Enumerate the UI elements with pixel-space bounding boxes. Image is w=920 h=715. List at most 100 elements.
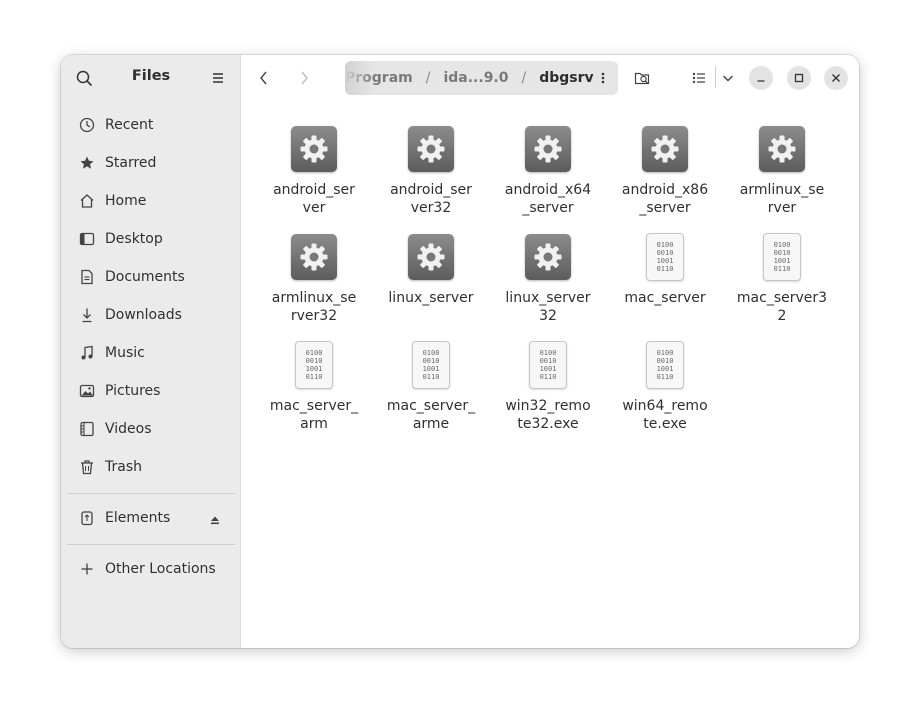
- desktop-icon: [79, 232, 95, 246]
- file-icon-wrap: 0100 0010 1001 0110: [258, 339, 370, 391]
- sidebar-item-videos[interactable]: Videos: [69, 412, 233, 446]
- file-icon-wrap: [258, 123, 370, 175]
- video-icon: [80, 421, 94, 437]
- file-item[interactable]: 0100 0010 1001 0110 mac_server_ arme: [375, 339, 487, 433]
- vertical-dots-icon: [601, 72, 605, 84]
- executable-gear-icon: [642, 126, 688, 172]
- maximize-icon: [794, 73, 804, 83]
- binary-glyph-line: 0110: [773, 265, 791, 273]
- eject-button[interactable]: [209, 511, 221, 530]
- file-item[interactable]: linux_server: [375, 231, 487, 307]
- view-list-button[interactable]: [688, 67, 710, 89]
- sidebar-item-recent[interactable]: Recent: [69, 108, 233, 142]
- binary-glyph-line: 1001: [305, 365, 323, 373]
- sidebar-header: Files: [61, 55, 241, 101]
- breadcrumb-current[interactable]: dbgsrv: [539, 70, 593, 86]
- binary-glyph-line: 0100: [656, 349, 674, 357]
- close-button[interactable]: [824, 66, 848, 90]
- file-item[interactable]: android_ser ver: [258, 123, 370, 217]
- sidebar-divider: [67, 493, 235, 494]
- binary-file-icon: 0100 0010 1001 0110: [646, 341, 684, 389]
- binary-glyph-line: 0110: [422, 373, 440, 381]
- sidebar-item-label: Trash: [105, 459, 142, 475]
- chevron-right-icon: [301, 71, 308, 85]
- file-icon-wrap: 0100 0010 1001 0110: [609, 231, 721, 283]
- plus-icon: [81, 563, 93, 575]
- binary-glyph-line: 0100: [422, 349, 440, 357]
- file-name: linux_server: [388, 290, 474, 306]
- sidebar-item-pictures[interactable]: Pictures: [69, 374, 233, 408]
- file-icon-wrap: 0100 0010 1001 0110: [492, 339, 604, 391]
- file-name: android_ser ver32: [390, 182, 472, 216]
- search-button[interactable]: [73, 67, 95, 89]
- sidebar-item-downloads[interactable]: Downloads: [69, 298, 233, 332]
- breadcrumb-separator: /: [425, 70, 431, 86]
- breadcrumb-ida[interactable]: ida...9.0: [443, 70, 508, 86]
- sidebar-item-label: Music: [105, 345, 145, 361]
- maximize-button[interactable]: [787, 66, 811, 90]
- file-item[interactable]: 0100 0010 1001 0110 mac_server_ arm: [258, 339, 370, 433]
- file-icon-wrap: [609, 123, 721, 175]
- executable-gear-icon: [408, 234, 454, 280]
- minimize-button[interactable]: [749, 66, 773, 90]
- usb-drive-icon: [81, 511, 93, 526]
- content-area: Program / ida...9.0 / dbgsrv android_ser…: [241, 55, 859, 648]
- file-item[interactable]: 0100 0010 1001 0110 mac_server3 2: [726, 231, 838, 325]
- executable-gear-icon: [759, 126, 805, 172]
- sidebar-item-elements[interactable]: Elements: [69, 501, 233, 535]
- file-item[interactable]: android_x64 _server: [492, 123, 604, 217]
- file-name: win32_remo te32.exe: [505, 398, 591, 432]
- binary-file-icon: 0100 0010 1001 0110: [646, 233, 684, 281]
- search-in-folder-button[interactable]: [631, 67, 653, 89]
- file-item[interactable]: 0100 0010 1001 0110 win64_remo te.exe: [609, 339, 721, 433]
- minimize-icon: [757, 80, 765, 82]
- sidebar-item-label: Pictures: [105, 383, 161, 399]
- sidebar-item-trash[interactable]: Trash: [69, 450, 233, 484]
- sidebar-item-label: Videos: [105, 421, 152, 437]
- sidebar-item-desktop[interactable]: Desktop: [69, 222, 233, 256]
- executable-gear-icon: [291, 234, 337, 280]
- sidebar: Files Recent Starred Home Desktop Docume…: [61, 55, 241, 648]
- file-item[interactable]: 0100 0010 1001 0110 win32_remo te32.exe: [492, 339, 604, 433]
- sidebar-item-documents[interactable]: Documents: [69, 260, 233, 294]
- back-button[interactable]: [253, 67, 275, 89]
- file-item[interactable]: linux_server 32: [492, 231, 604, 325]
- main-menu-button[interactable]: [207, 67, 229, 89]
- view-options-button[interactable]: [717, 67, 739, 89]
- sidebar-item-other-locations[interactable]: Other Locations: [69, 552, 233, 586]
- folder-search-icon: [634, 72, 650, 85]
- file-item[interactable]: android_ser ver32: [375, 123, 487, 217]
- binary-glyph-line: 1001: [539, 365, 557, 373]
- binary-file-icon: 0100 0010 1001 0110: [763, 233, 801, 281]
- star-icon: [80, 156, 94, 169]
- file-name: android_x64 _server: [504, 182, 592, 216]
- document-icon: [81, 269, 93, 285]
- path-bar[interactable]: Program / ida...9.0 / dbgsrv: [345, 61, 618, 95]
- binary-glyph-line: 0100: [305, 349, 323, 357]
- home-icon: [80, 194, 94, 208]
- close-icon: [832, 74, 840, 82]
- sidebar-item-home[interactable]: Home: [69, 184, 233, 218]
- sidebar-item-label: Elements: [105, 510, 171, 526]
- file-item[interactable]: armlinux_se rver32: [258, 231, 370, 325]
- file-name: mac_server_ arm: [269, 398, 359, 432]
- file-item[interactable]: 0100 0010 1001 0110 mac_server: [609, 231, 721, 307]
- file-name: mac_server_ arme: [386, 398, 476, 432]
- path-menu-button[interactable]: [596, 70, 610, 86]
- binary-glyph-line: 0010: [422, 357, 440, 365]
- picture-icon: [79, 384, 95, 398]
- sidebar-item-label: Documents: [105, 269, 185, 285]
- executable-gear-icon: [291, 126, 337, 172]
- sidebar-item-music[interactable]: Music: [69, 336, 233, 370]
- file-name: mac_server: [624, 290, 706, 306]
- file-item[interactable]: android_x86 _server: [609, 123, 721, 217]
- file-name: mac_server3 2: [736, 290, 828, 324]
- forward-button[interactable]: [293, 67, 315, 89]
- sidebar-item-starred[interactable]: Starred: [69, 146, 233, 180]
- sidebar-item-label: Other Locations: [105, 561, 216, 577]
- binary-glyph-line: 0010: [773, 249, 791, 257]
- file-name: armlinux_se rver32: [271, 290, 357, 324]
- binary-glyph-line: 0010: [539, 357, 557, 365]
- sidebar-item-label: Downloads: [105, 307, 182, 323]
- file-item[interactable]: armlinux_se rver: [726, 123, 838, 217]
